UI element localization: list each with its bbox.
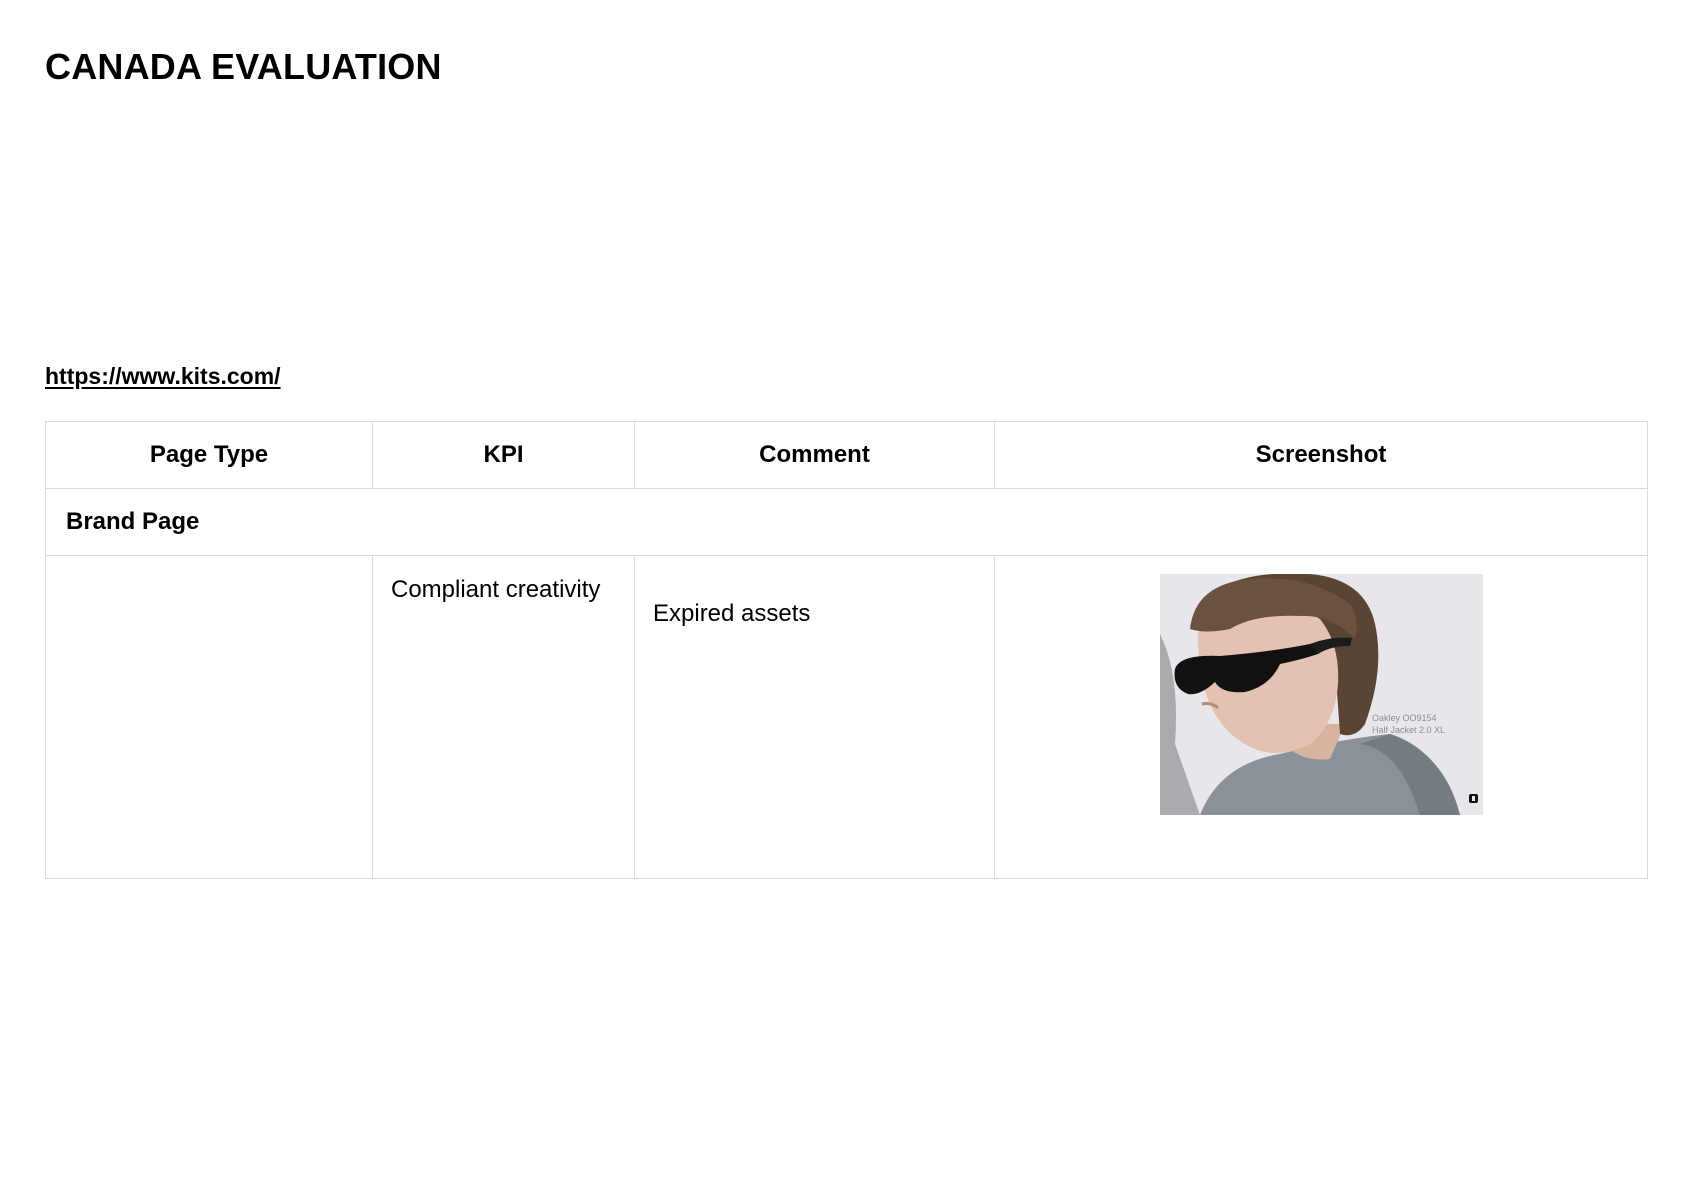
evaluation-table: Page Type KPI Comment Screenshot Brand P… <box>45 421 1648 879</box>
section-row: Brand Page <box>45 488 1648 556</box>
page-title: CANADA EVALUATION <box>45 46 442 87</box>
header-page-type: Page Type <box>45 421 373 489</box>
cell-kpi: Compliant creativity <box>372 555 635 879</box>
cell-comment: Expired assets <box>634 555 995 879</box>
cell-page-type <box>45 555 373 879</box>
section-label-brand-page: Brand Page <box>45 488 1648 556</box>
cell-screenshot: Oakley OO9154 Half Jacket 2.0 XL <box>994 555 1648 879</box>
site-url-link[interactable]: https://www.kits.com/ <box>45 362 281 390</box>
screenshot-caption-product: Half Jacket 2.0 XL <box>1372 725 1445 735</box>
screenshot-caption-model: Oakley OO9154 <box>1372 713 1437 723</box>
screenshot-image: Oakley OO9154 Half Jacket 2.0 XL <box>1159 574 1483 815</box>
header-comment: Comment <box>634 421 995 489</box>
header-screenshot: Screenshot <box>994 421 1648 489</box>
header-kpi: KPI <box>372 421 635 489</box>
table-row: Compliant creativity Expired assets Oakl… <box>45 555 1648 879</box>
table-header-row: Page Type KPI Comment Screenshot <box>45 421 1648 489</box>
